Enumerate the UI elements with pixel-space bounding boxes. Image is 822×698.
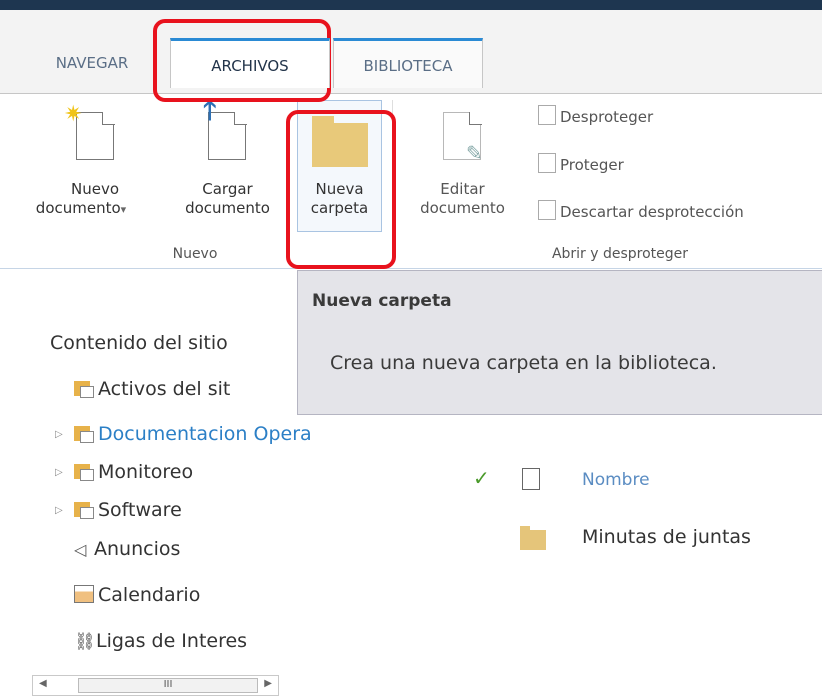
nav-item-activos[interactable]: Activos del sit xyxy=(74,378,230,400)
links-icon: ⛓ xyxy=(74,632,96,652)
check-out-label: Desproteger xyxy=(560,108,654,126)
check-in-label: Proteger xyxy=(560,156,624,174)
edit-document-label-2: documento xyxy=(420,199,505,217)
top-bar xyxy=(0,0,822,10)
expand-icon[interactable]: ▷ xyxy=(55,429,63,440)
scroll-left-icon[interactable]: ◀ xyxy=(39,678,47,689)
nav-item-label: Documentacion Opera xyxy=(98,423,312,445)
tooltip-body: Crea una nueva carpeta en la biblioteca. xyxy=(330,352,717,374)
up-arrow-icon: 🡑 xyxy=(203,96,217,126)
new-document-label-1: Nuevo xyxy=(70,180,119,198)
tab-archivos[interactable]: ARCHIVOS xyxy=(170,38,330,88)
group-label-nuevo: Nuevo xyxy=(172,246,218,262)
new-document-label-2: documento▾ xyxy=(35,199,127,217)
nav-item-documentacion[interactable]: Documentacion Opera xyxy=(74,423,312,445)
nav-item-monitoreo[interactable]: Monitoreo xyxy=(74,461,193,483)
library-icon xyxy=(74,378,96,398)
nav-item-calendario[interactable]: Calendario xyxy=(74,584,200,606)
edit-document-label-1: Editar xyxy=(440,180,485,198)
calendar-icon xyxy=(74,585,94,603)
upload-document-button[interactable]: 🡑 Cargar documento xyxy=(170,96,285,234)
edit-document-button[interactable]: ✎ Editar documento xyxy=(410,104,515,234)
column-header-nombre[interactable]: Nombre xyxy=(582,470,650,490)
scroll-right-icon[interactable]: ▶ xyxy=(264,678,272,689)
nav-item-label: Activos del sit xyxy=(98,378,231,400)
star-icon: ✷ xyxy=(64,102,83,127)
scroll-thumb[interactable]: III xyxy=(78,678,258,693)
tooltip: Nueva carpeta Crea una nueva carpeta en … xyxy=(297,270,822,415)
discard-check-out-label: Descartar desprotección xyxy=(560,203,744,221)
upload-document-label-1: Cargar xyxy=(202,180,253,198)
expand-icon[interactable]: ▷ xyxy=(55,505,63,516)
pencil-icon: ✎ xyxy=(466,141,483,165)
nav-item-anuncios[interactable]: ◁ Anuncios xyxy=(74,538,180,560)
new-document-button[interactable]: ✷ Nuevo documento▾ xyxy=(36,102,150,234)
discard-icon xyxy=(538,200,556,220)
upload-document-label-2: documento xyxy=(185,199,270,217)
nav-item-label: Monitoreo xyxy=(98,461,194,483)
folder-row-link[interactable]: Minutas de juntas xyxy=(582,526,751,548)
nav-item-software[interactable]: Software xyxy=(74,499,182,521)
site-contents-heading[interactable]: Contenido del sitio xyxy=(50,332,228,354)
document-type-icon xyxy=(522,468,540,490)
tab-biblioteca[interactable]: BIBLIOTECA xyxy=(333,38,483,88)
tab-navegar[interactable]: NAVEGAR xyxy=(37,38,147,86)
library-icon xyxy=(74,499,96,519)
nav-item-label: Software xyxy=(98,499,182,521)
nav-item-ligas[interactable]: ⛓Ligas de Interes xyxy=(74,630,247,652)
checkmark-icon[interactable]: ✓ xyxy=(473,466,490,490)
nav-item-label: Anuncios xyxy=(94,538,181,560)
check-out-button[interactable]: Desproteger xyxy=(538,105,653,126)
group-label-abrir: Abrir y desproteger xyxy=(551,246,689,262)
tooltip-title: Nueva carpeta xyxy=(312,291,452,311)
check-in-icon xyxy=(538,153,556,173)
nav-item-label: Ligas de Interes xyxy=(96,630,248,652)
folder-icon xyxy=(520,526,546,550)
check-out-icon xyxy=(538,105,556,125)
library-icon xyxy=(74,423,96,443)
discard-check-out-button[interactable]: Descartar desprotección xyxy=(538,200,744,221)
highlight-new-folder xyxy=(286,110,396,269)
announcement-icon: ◁ xyxy=(74,540,87,559)
library-icon xyxy=(74,461,96,481)
nav-item-label: Calendario xyxy=(98,584,201,606)
expand-icon[interactable]: ▷ xyxy=(55,467,63,478)
check-in-button[interactable]: Proteger xyxy=(538,153,624,174)
horizontal-scrollbar[interactable]: ◀ III ▶ xyxy=(32,675,279,696)
